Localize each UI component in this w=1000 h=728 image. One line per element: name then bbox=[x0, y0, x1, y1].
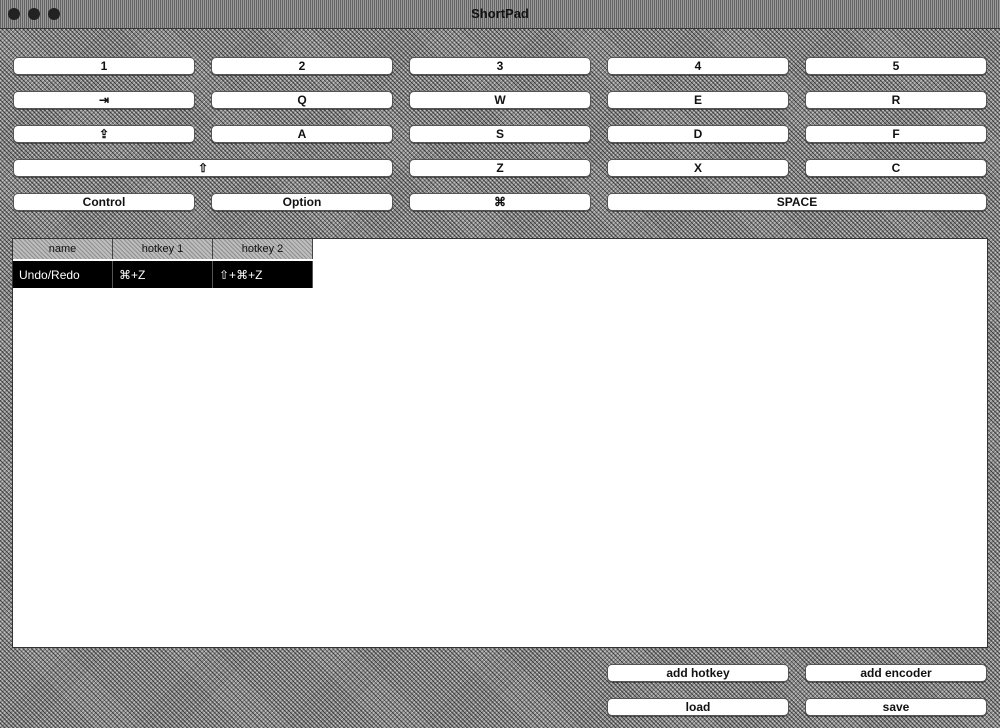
key-z[interactable]: Z bbox=[409, 159, 591, 177]
hotkey-table[interactable]: name hotkey 1 hotkey 2 Undo/Redo ⌘+Z ⇧+⌘… bbox=[12, 238, 988, 648]
key-space[interactable]: SPACE bbox=[607, 193, 987, 211]
add-hotkey-button[interactable]: add hotkey bbox=[607, 664, 789, 682]
table-cell-name: Undo/Redo bbox=[13, 261, 113, 288]
key-1[interactable]: 1 bbox=[13, 57, 195, 75]
key-control[interactable]: Control bbox=[13, 193, 195, 211]
key-x[interactable]: X bbox=[607, 159, 789, 177]
table-cell-hotkey-1: ⌘+Z bbox=[113, 261, 213, 288]
column-header-hotkey-2[interactable]: hotkey 2 bbox=[213, 239, 313, 259]
key-2[interactable]: 2 bbox=[211, 57, 393, 75]
load-button[interactable]: load bbox=[607, 698, 789, 716]
table-header: name hotkey 1 hotkey 2 bbox=[13, 239, 313, 259]
key-s[interactable]: S bbox=[409, 125, 591, 143]
key-q[interactable]: Q bbox=[211, 91, 393, 109]
key-f[interactable]: F bbox=[805, 125, 987, 143]
key-command[interactable]: ⌘ bbox=[409, 193, 591, 211]
table-row[interactable]: Undo/Redo ⌘+Z ⇧+⌘+Z bbox=[13, 261, 313, 288]
key-e[interactable]: E bbox=[607, 91, 789, 109]
key-r[interactable]: R bbox=[805, 91, 987, 109]
column-header-name[interactable]: name bbox=[13, 239, 113, 259]
key-w[interactable]: W bbox=[409, 91, 591, 109]
key-option[interactable]: Option bbox=[211, 193, 393, 211]
save-button[interactable]: save bbox=[805, 698, 987, 716]
window-title: ShortPad bbox=[471, 6, 529, 21]
window-titlebar[interactable]: ShortPad bbox=[0, 0, 1000, 29]
key-a[interactable]: A bbox=[211, 125, 393, 143]
key-c[interactable]: C bbox=[805, 159, 987, 177]
key-caps-lock[interactable]: ⇪ bbox=[13, 125, 195, 143]
key-tab[interactable]: ⇥ bbox=[13, 91, 195, 109]
add-encoder-button[interactable]: add encoder bbox=[805, 664, 987, 682]
key-4[interactable]: 4 bbox=[607, 57, 789, 75]
key-3[interactable]: 3 bbox=[409, 57, 591, 75]
column-header-hotkey-1[interactable]: hotkey 1 bbox=[113, 239, 213, 259]
table-cell-hotkey-2: ⇧+⌘+Z bbox=[213, 261, 313, 288]
key-d[interactable]: D bbox=[607, 125, 789, 143]
key-shift[interactable]: ⇧ bbox=[13, 159, 393, 177]
key-5[interactable]: 5 bbox=[805, 57, 987, 75]
